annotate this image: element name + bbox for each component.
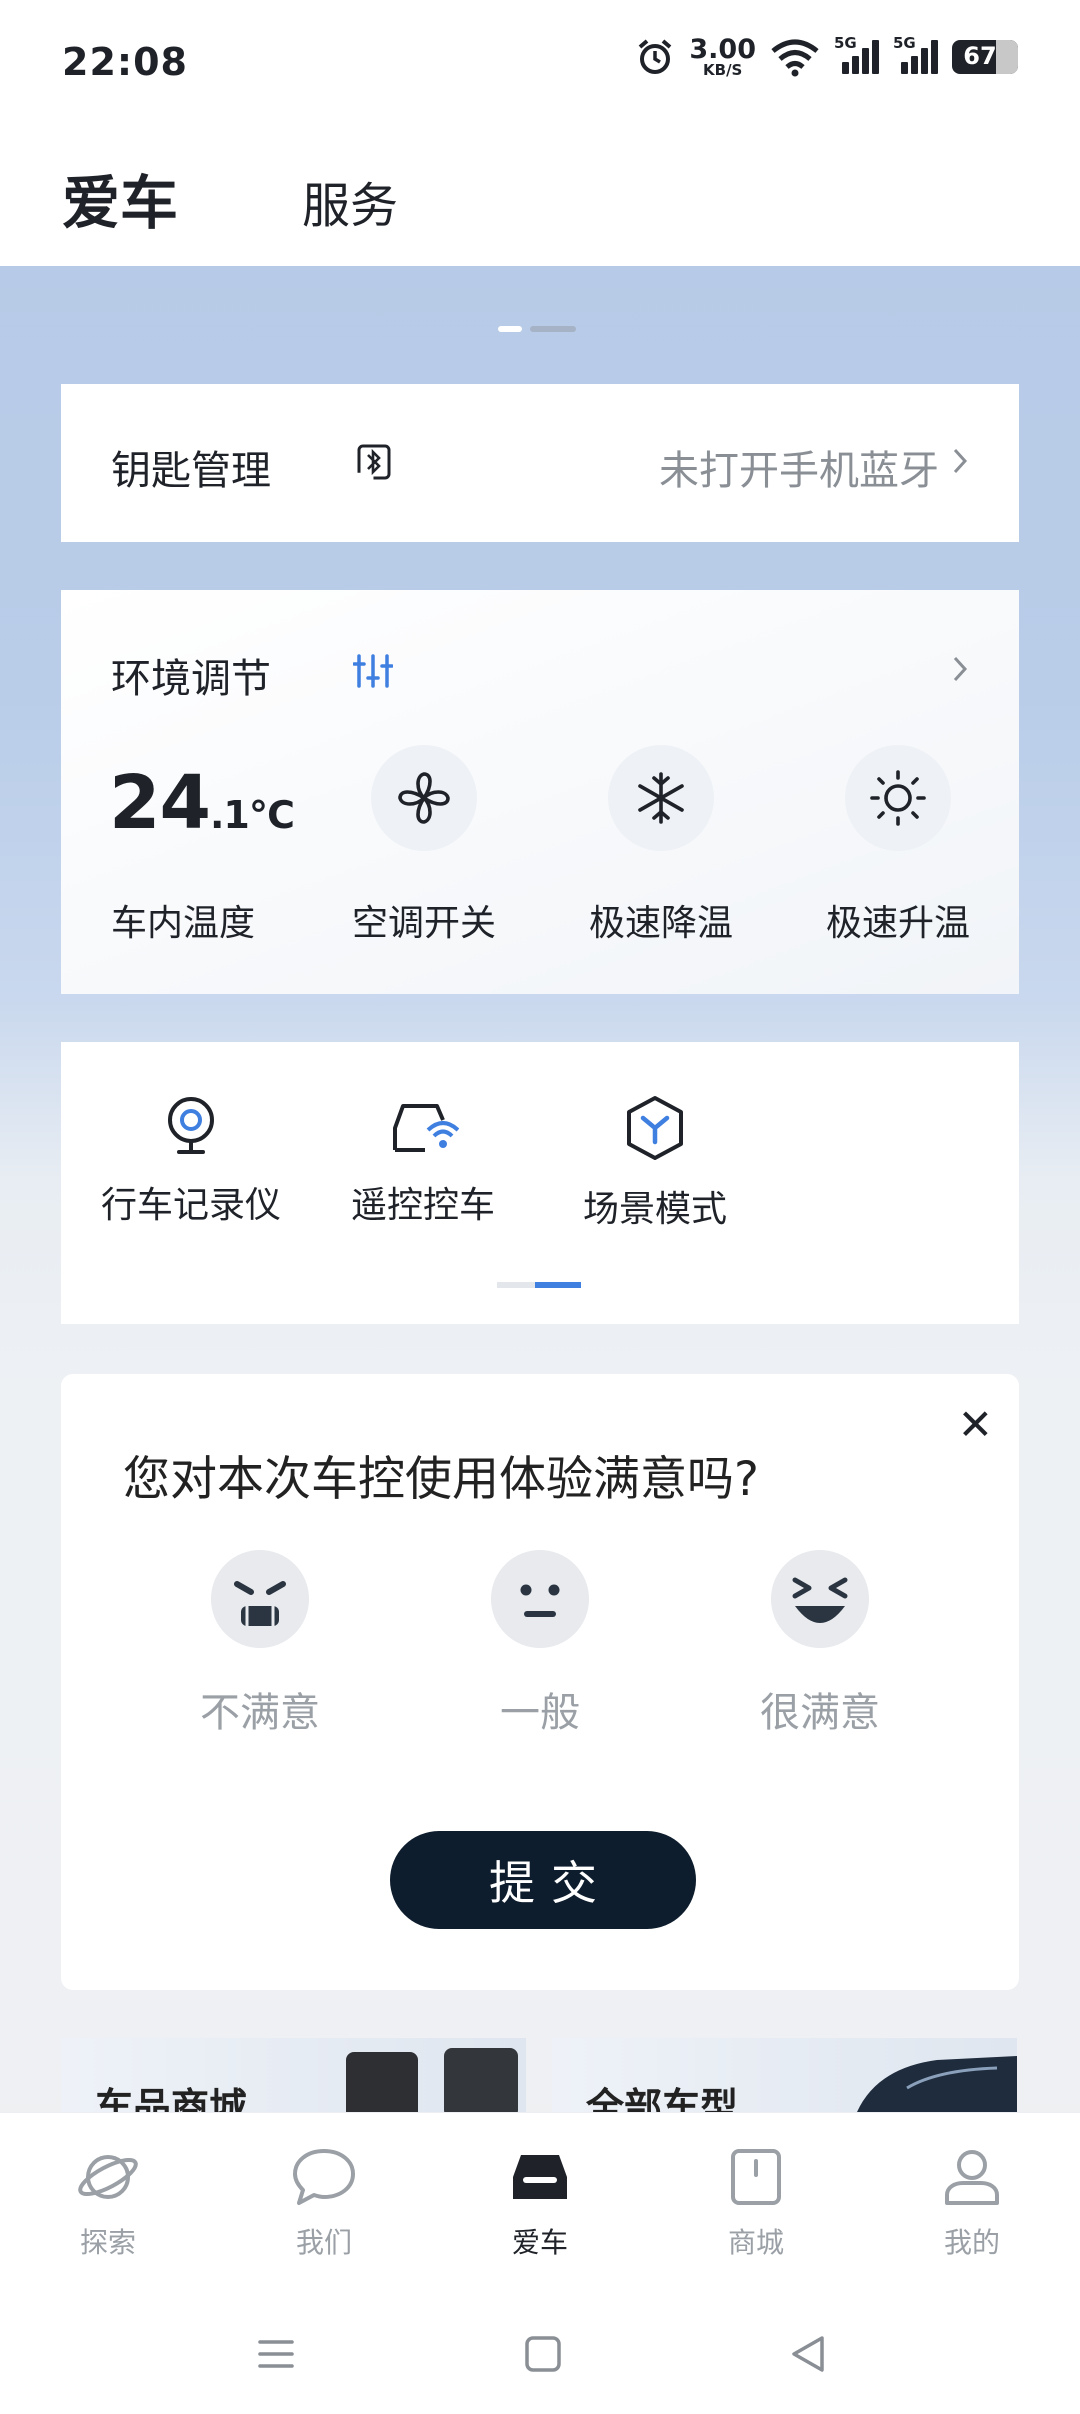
sim1-label: 5G xyxy=(834,34,857,52)
cabin-temperature-value: 24.1℃ xyxy=(109,760,295,846)
tab-my-car[interactable]: 爱车 xyxy=(62,156,178,240)
key-management-title: 钥匙管理 xyxy=(111,448,271,494)
status-icons: 3.00 KB/S 5G 5G 67 xyxy=(635,34,1018,78)
net-speed: 3.00 KB/S xyxy=(689,36,756,78)
carousel-indicator xyxy=(498,326,576,332)
car-image xyxy=(857,2056,1017,2112)
menu-icon[interactable] xyxy=(256,2334,296,2374)
nav-community[interactable]: 我们 xyxy=(254,2147,394,2261)
satisfaction-survey-card: ✕ 您对本次车控使用体验满意吗? 不满意 一般 很满意 提交 xyxy=(61,1374,1019,1990)
sliders-icon xyxy=(353,654,393,688)
system-navigation-bar xyxy=(0,2294,1080,2414)
quick-action-scene-mode[interactable]: 场景模式 xyxy=(555,1094,755,1232)
environment-title[interactable]: 环境调节 xyxy=(111,646,271,704)
sun-icon xyxy=(870,770,926,826)
promo-title: 全部车型 , xyxy=(586,2085,766,2112)
nav-label: 我们 xyxy=(295,2226,352,2259)
car-mat-image xyxy=(346,2048,518,2112)
snowflake-icon xyxy=(638,772,684,824)
app-header: 爱车 服务 xyxy=(0,130,1080,266)
nav-label: 爱车 xyxy=(511,2226,568,2259)
survey-question: 您对本次车控使用体验满意吗? xyxy=(123,1452,759,1507)
angry-face-icon[interactable] xyxy=(211,1550,309,1648)
scene-icon xyxy=(627,1096,683,1160)
remote-car-icon xyxy=(393,1104,459,1152)
neutral-face-icon[interactable] xyxy=(491,1550,589,1648)
env-label-ac-toggle: 空调开关 xyxy=(351,903,496,944)
fan-icon xyxy=(398,772,450,824)
temp-integer: 24 xyxy=(109,760,211,846)
shop-icon xyxy=(731,2149,781,2205)
option-satisfied-label: 很满意 xyxy=(760,1690,880,1736)
temp-decimal: .1℃ xyxy=(209,793,295,837)
close-icon[interactable]: ✕ xyxy=(958,1400,993,1449)
signal-sim1-icon: 5G xyxy=(834,34,879,74)
bluetooth-icon xyxy=(357,444,391,480)
ac-toggle-button[interactable] xyxy=(371,745,477,851)
env-label-rapid-heat: 极速升温 xyxy=(825,903,970,944)
alarm-icon xyxy=(639,39,672,74)
nav-label: 探索 xyxy=(79,2226,136,2259)
key-management-card[interactable]: 钥匙管理 未打开手机蓝牙 xyxy=(61,384,1019,542)
env-label-rapid-cool: 极速降温 xyxy=(588,903,733,944)
nav-profile[interactable]: 我的 xyxy=(902,2147,1042,2261)
env-label-cabin-temp: 车内温度 xyxy=(110,903,255,944)
bottom-navigation: 探索 我们 爱车 商城 我的 xyxy=(0,2112,1080,2294)
option-neutral-label: 一般 xyxy=(500,1690,580,1736)
wifi-icon xyxy=(771,39,819,77)
nav-explore[interactable]: 探索 xyxy=(38,2147,178,2261)
net-speed-unit: KB/S xyxy=(703,61,743,79)
quick-action-label: 遥控控车 xyxy=(350,1185,495,1226)
happy-face-icon[interactable] xyxy=(771,1550,869,1648)
profile-icon xyxy=(945,2150,999,2205)
environment-card: 环境调节 24.1℃ 车内温度 空调开关 极速降温 极速升温 xyxy=(61,590,1019,994)
nav-label: 商城 xyxy=(727,2226,784,2259)
nav-label: 我的 xyxy=(943,2226,1000,2259)
rapid-cool-button[interactable] xyxy=(608,745,714,851)
dashcam-icon xyxy=(168,1097,214,1154)
chevron-right-icon[interactable] xyxy=(951,654,969,684)
promo-card-accessories[interactable]: 车品商城 , xyxy=(61,2038,526,2112)
tab-service[interactable]: 服务 xyxy=(302,166,398,236)
nav-shop[interactable]: 商城 xyxy=(686,2147,826,2261)
battery-icon: 67 xyxy=(952,40,1018,74)
bluetooth-status-text: 未打开手机蓝牙 xyxy=(659,448,939,494)
planet-icon xyxy=(78,2155,138,2199)
quick-actions-page-indicator xyxy=(497,1282,581,1288)
quick-actions-card: 行车记录仪 遥控控车 场景模式 xyxy=(61,1042,1019,1324)
quick-action-label: 行车记录仪 xyxy=(100,1185,281,1226)
signal-sim2-icon: 5G xyxy=(893,34,938,74)
quick-action-remote-control[interactable]: 遥控控车 xyxy=(323,1094,523,1228)
car-icon xyxy=(513,2155,567,2199)
rapid-heat-button[interactable] xyxy=(845,745,951,851)
quick-action-label: 场景模式 xyxy=(582,1189,727,1230)
home-icon[interactable] xyxy=(523,2334,563,2374)
submit-button[interactable]: 提交 xyxy=(390,1831,696,1929)
option-dissatisfied-label: 不满意 xyxy=(200,1690,320,1736)
back-icon[interactable] xyxy=(788,2334,828,2374)
chevron-right-icon xyxy=(953,448,968,474)
promo-title: 车品商城 , xyxy=(95,2085,275,2112)
battery-level: 67 xyxy=(963,42,997,70)
promo-card-all-models[interactable]: 全部车型 , xyxy=(552,2038,1017,2112)
status-bar: 22:08 3.00 KB/S 5G 5G 67 xyxy=(0,0,1080,130)
sim2-label: 5G xyxy=(893,34,916,52)
chat-bubble-icon xyxy=(293,2149,355,2205)
status-time: 22:08 xyxy=(62,40,188,84)
nav-my-car[interactable]: 爱车 xyxy=(470,2147,610,2261)
quick-action-dashcam[interactable]: 行车记录仪 xyxy=(91,1094,291,1228)
net-speed-value: 3.00 xyxy=(689,34,756,65)
